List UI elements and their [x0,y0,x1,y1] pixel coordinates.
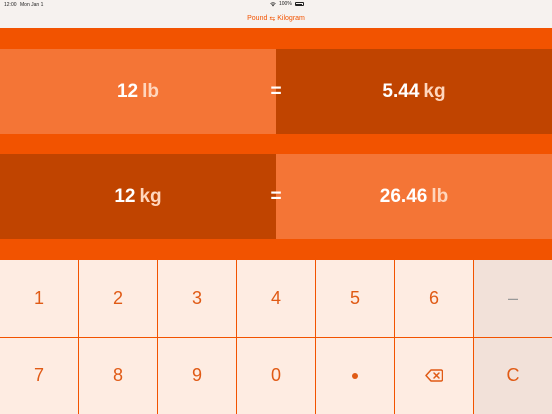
conversion-row-2: 12 kg 26.46 lb = [0,154,552,239]
equals-sign: = [270,185,282,207]
battery-icon [294,2,304,6]
key-5[interactable]: 5 [316,260,394,337]
output-value: 5.44 [382,80,420,102]
equals-sign: = [270,80,282,102]
key-9[interactable]: 9 [158,337,236,414]
input-value: 12 [114,185,136,207]
key-0[interactable]: 0 [237,337,315,414]
output-value: 26.46 [379,185,428,207]
swap-arrows-icon: ⇆ [269,15,276,23]
input-unit: lb [142,80,160,102]
output-unit: lb [431,185,449,207]
input-field[interactable]: 12 lb [0,49,276,134]
key-4[interactable]: 4 [237,260,315,337]
key-minus[interactable]: – [474,260,552,337]
title-to-unit: Kilogram [277,15,305,22]
key-decimal-point[interactable] [316,337,394,414]
status-date: Mon Jan 1 [20,1,44,8]
key-6[interactable]: 6 [395,260,473,337]
title-from-unit: Pound [247,15,268,22]
status-bar: 12:00 Mon Jan 1 100% [0,0,552,9]
key-1[interactable]: 1 [0,260,78,337]
status-right: 100% [270,1,546,7]
output-unit: kg [423,80,446,102]
key-8[interactable]: 8 [79,337,157,414]
output-field: 5.44 kg [276,49,552,134]
key-clear[interactable]: C [474,337,552,414]
nav-title: Pound ⇆ Kilogram [0,9,552,28]
key-3[interactable]: 3 [158,260,236,337]
battery-percent: 100% [279,1,292,7]
input-value: 12 [116,80,139,102]
keypad: 1 2 3 4 5 6 – 7 8 9 0 C [0,260,552,414]
key-backspace[interactable] [395,337,473,414]
conversion-row-1: 12 lb 5.44 kg = [0,49,552,134]
wifi-icon [270,1,276,6]
decimal-dot-icon [352,372,358,379]
backspace-icon [425,369,443,382]
key-7[interactable]: 7 [0,337,78,414]
output-field: 26.46 lb [276,154,552,239]
input-unit: kg [139,185,162,207]
status-time: 12:00 [4,1,17,8]
input-field[interactable]: 12 kg [0,154,276,239]
key-2[interactable]: 2 [79,260,157,337]
